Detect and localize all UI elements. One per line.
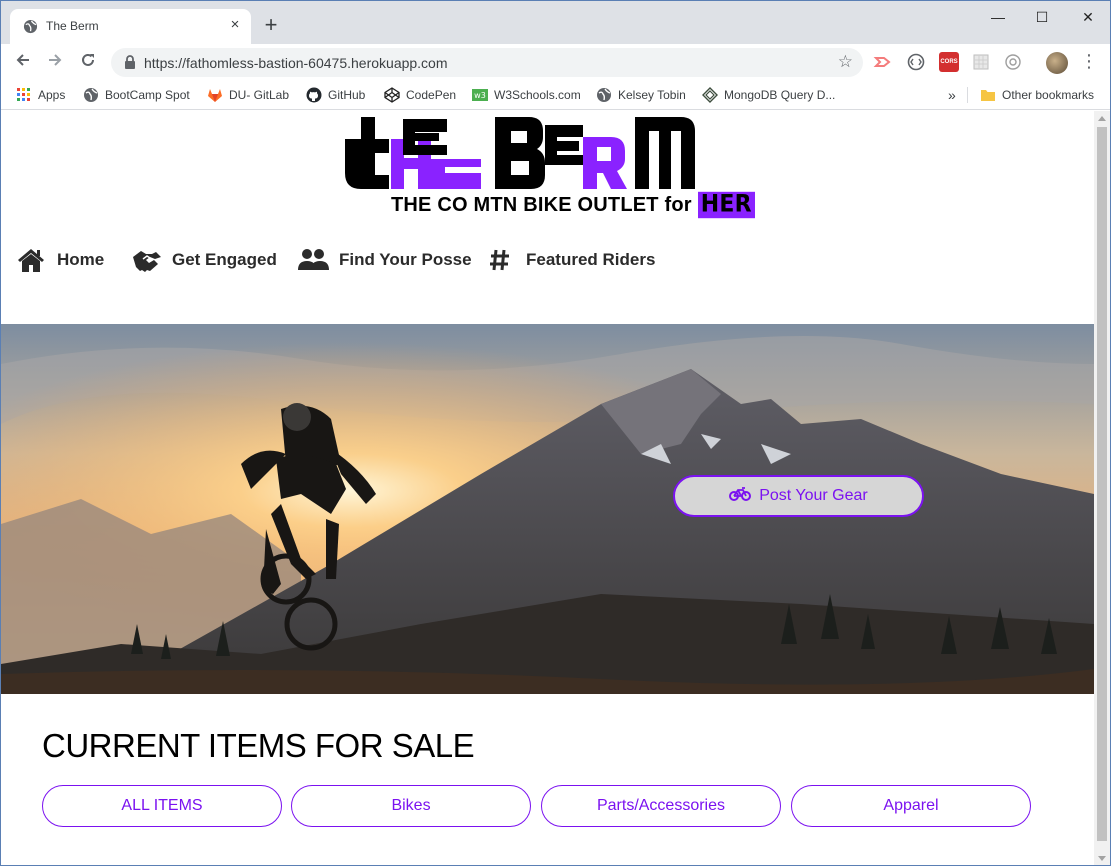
back-arrow-icon bbox=[16, 54, 29, 66]
cors-extension-icon[interactable]: CORS bbox=[939, 52, 959, 72]
bookmark-label: Kelsey Tobin bbox=[618, 88, 686, 102]
reload-icon bbox=[82, 53, 94, 66]
address-bar[interactable]: https://fathomless-bastion-60475.herokua… bbox=[111, 48, 863, 77]
tab-title: The Berm bbox=[46, 19, 99, 33]
bookmark-other-bookmarks[interactable]: Other bookmarks bbox=[980, 86, 1094, 104]
page-viewport: THE CO MTN BIKE OUTLET for HER Home Get E… bbox=[1, 111, 1094, 865]
chrome-menu-icon[interactable]: ⋮ bbox=[1080, 49, 1098, 73]
folder-icon bbox=[981, 89, 995, 101]
nav-featured-riders-label: Featured Riders bbox=[526, 250, 656, 269]
bookmark-label: BootCamp Spot bbox=[105, 88, 190, 102]
apps-grid-icon bbox=[17, 87, 30, 101]
bookmark-star-icon[interactable]: ☆ bbox=[838, 52, 853, 72]
page-scrollbar[interactable] bbox=[1094, 111, 1110, 865]
tagline-her: HER bbox=[697, 191, 755, 219]
bookmark-label: DU- GitLab bbox=[229, 88, 290, 102]
new-tab-button[interactable]: + bbox=[260, 14, 282, 36]
filter-all-items-button[interactable]: ALL ITEMS bbox=[42, 785, 282, 827]
browser-toolbar: https://fathomless-bastion-60475.herokua… bbox=[1, 44, 1110, 80]
codepen-icon bbox=[384, 87, 400, 103]
browser-window: The Berm × + — ☐ ✕ https://fathomless-ba… bbox=[0, 0, 1111, 866]
bicycle-icon bbox=[729, 486, 752, 501]
close-tab-icon[interactable]: × bbox=[226, 16, 244, 34]
nav-get-engaged-label: Get Engaged bbox=[172, 250, 277, 269]
home-icon bbox=[18, 249, 44, 272]
lock-icon bbox=[125, 55, 135, 69]
scrollbar-thumb[interactable] bbox=[1097, 127, 1107, 841]
bookmark-github[interactable]: GitHub bbox=[306, 86, 365, 104]
minimize-button[interactable]: — bbox=[986, 7, 1010, 27]
bookmarks-bar: Apps BootCamp Spot DU- GitLab GitHub Cod… bbox=[1, 80, 1110, 110]
maximize-button[interactable]: ☐ bbox=[1030, 7, 1054, 27]
hashtag-icon bbox=[490, 249, 509, 271]
the-berm-logo[interactable] bbox=[345, 117, 695, 189]
bookmark-kelsey-tobin[interactable]: Kelsey Tobin bbox=[596, 86, 686, 104]
filter-parts-accessories-button[interactable]: Parts/Accessories bbox=[541, 785, 781, 827]
mountain-biker-image bbox=[1, 324, 1094, 694]
bookmark-mongodb[interactable]: MongoDB Query D... bbox=[702, 86, 835, 104]
scroll-up-arrow-icon[interactable] bbox=[1098, 116, 1106, 121]
bookmark-codepen[interactable]: CodePen bbox=[384, 86, 456, 104]
github-icon bbox=[306, 87, 322, 103]
reload-button[interactable] bbox=[76, 50, 100, 74]
extension-grid-icon[interactable] bbox=[971, 52, 991, 72]
tagline-text: THE CO MTN BIKE OUTLET for bbox=[391, 194, 692, 216]
bookmark-label: W3Schools.com bbox=[494, 88, 581, 102]
post-your-gear-button[interactable]: Post Your Gear bbox=[673, 475, 924, 517]
url-text[interactable]: https://fathomless-bastion-60475.herokua… bbox=[144, 55, 448, 71]
tagline: THE CO MTN BIKE OUTLET for HER bbox=[391, 191, 755, 219]
bookmarks-overflow-icon[interactable]: » bbox=[948, 86, 956, 104]
globe-icon bbox=[597, 87, 611, 102]
bookmark-label: CodePen bbox=[406, 88, 457, 102]
w3schools-icon: w3 bbox=[472, 88, 488, 101]
nav-home-label: Home bbox=[57, 250, 105, 269]
forward-arrow-icon bbox=[49, 54, 62, 66]
bookmark-du-gitlab[interactable]: DU- GitLab bbox=[207, 86, 289, 104]
items-section-title: CURRENT ITEMS FOR SALE bbox=[42, 727, 475, 764]
bookmark-apps[interactable]: Apps bbox=[16, 86, 65, 104]
forward-button[interactable] bbox=[43, 50, 67, 74]
bookmark-label: Other bookmarks bbox=[1002, 88, 1095, 102]
close-window-button[interactable]: ✕ bbox=[1076, 7, 1100, 27]
profile-avatar[interactable] bbox=[1046, 52, 1068, 74]
users-icon bbox=[298, 249, 329, 270]
nav-find-your-posse-label: Find Your Posse bbox=[339, 250, 472, 269]
extension-target-icon[interactable] bbox=[1003, 52, 1023, 72]
hero-banner: Post Your Gear bbox=[1, 324, 1094, 694]
gitlab-icon bbox=[208, 88, 222, 102]
handshake-icon bbox=[133, 251, 161, 272]
bookmark-label: Apps bbox=[38, 88, 66, 102]
mongodb-icon bbox=[702, 86, 718, 103]
extension-code-icon[interactable] bbox=[906, 52, 926, 72]
back-button[interactable] bbox=[11, 50, 35, 74]
filter-apparel-button[interactable]: Apparel bbox=[791, 785, 1031, 827]
tab-strip: The Berm × + — ☐ ✕ bbox=[1, 1, 1110, 44]
svg-text:w3: w3 bbox=[474, 91, 486, 100]
scroll-down-arrow-icon[interactable] bbox=[1098, 856, 1106, 861]
globe-icon bbox=[23, 19, 38, 34]
extension-arrow-icon[interactable] bbox=[873, 52, 893, 72]
bookmark-label: GitHub bbox=[328, 88, 366, 102]
bookmark-label: MongoDB Query D... bbox=[724, 88, 836, 102]
bookmarks-divider bbox=[967, 87, 968, 103]
filter-bikes-button[interactable]: Bikes bbox=[291, 785, 531, 827]
tab-the-berm[interactable]: The Berm × bbox=[10, 9, 251, 44]
bookmark-bootcamp-spot[interactable]: BootCamp Spot bbox=[83, 86, 190, 104]
post-your-gear-label: Post Your Gear bbox=[759, 487, 868, 504]
globe-icon bbox=[84, 87, 98, 102]
bookmark-w3schools[interactable]: w3 W3Schools.com bbox=[472, 86, 581, 104]
